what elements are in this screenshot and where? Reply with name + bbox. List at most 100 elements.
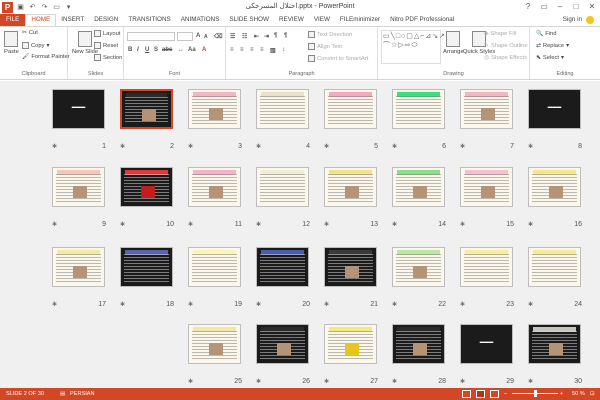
decrease-indent-icon[interactable]: ⇤ bbox=[254, 33, 259, 40]
transition-star-icon[interactable]: ✱ bbox=[392, 378, 397, 385]
slide-thumbnail-5[interactable] bbox=[324, 89, 377, 129]
slide-thumbnail-2[interactable] bbox=[120, 89, 173, 129]
tab-transitions[interactable]: TRANSITIONS bbox=[123, 14, 175, 26]
spellcheck-icon[interactable]: ▤ bbox=[60, 391, 65, 397]
transition-star-icon[interactable]: ✱ bbox=[120, 143, 125, 150]
tab-file[interactable]: FILE bbox=[0, 14, 26, 26]
convert-smartart-button[interactable]: Convert to SmartArt bbox=[308, 55, 368, 62]
slide-thumbnail-21[interactable] bbox=[324, 247, 377, 287]
shadow-button[interactable]: S bbox=[154, 47, 158, 53]
slide-thumbnail-12[interactable] bbox=[256, 167, 309, 207]
slide-thumbnail-3[interactable] bbox=[188, 89, 241, 129]
copy-button[interactable]: Copy ▾ bbox=[22, 42, 49, 49]
strikethrough-button[interactable]: abc bbox=[162, 47, 172, 53]
text-direction-button[interactable]: Text Direction bbox=[308, 31, 352, 38]
align-center-icon[interactable]: ≡ bbox=[240, 47, 244, 53]
tab-insert[interactable]: INSERT bbox=[56, 14, 89, 26]
slide-thumbnail-4[interactable] bbox=[256, 89, 309, 129]
slide-thumbnail-8[interactable]: ▬▬▬ bbox=[528, 89, 581, 129]
justify-icon[interactable]: ≡ bbox=[260, 47, 264, 53]
grow-font-button[interactable]: A bbox=[196, 33, 200, 39]
slide-thumbnail-25[interactable] bbox=[188, 324, 241, 364]
transition-star-icon[interactable]: ✱ bbox=[392, 301, 397, 308]
cut-button[interactable]: ✂ Cut bbox=[22, 30, 38, 36]
slide-thumbnail-11[interactable] bbox=[188, 167, 241, 207]
slide-thumbnail-9[interactable] bbox=[52, 167, 105, 207]
font-color-icon[interactable]: A bbox=[202, 47, 206, 53]
tab-nitro-pdf[interactable]: Nitro PDF Professional bbox=[385, 14, 459, 26]
language-indicator[interactable]: PERSIAN bbox=[70, 391, 95, 397]
transition-star-icon[interactable]: ✱ bbox=[324, 143, 329, 150]
transition-star-icon[interactable]: ✱ bbox=[528, 301, 533, 308]
transition-star-icon[interactable]: ✱ bbox=[460, 301, 465, 308]
slide-thumbnail-29[interactable]: ▬▬▬ bbox=[460, 324, 513, 364]
minimize-icon[interactable]: – bbox=[554, 1, 566, 12]
ribbon-display-icon[interactable]: ▭ bbox=[538, 1, 550, 12]
slide-thumbnail-7[interactable] bbox=[460, 89, 513, 129]
tab-home[interactable]: HOME bbox=[25, 14, 57, 26]
underline-button[interactable]: U bbox=[145, 47, 149, 53]
shape-outline-button[interactable]: ✎ Shape Outline bbox=[484, 43, 528, 49]
fit-window-icon[interactable]: ⊡ bbox=[590, 391, 595, 397]
slide-thumbnail-15[interactable] bbox=[460, 167, 513, 207]
transition-star-icon[interactable]: ✱ bbox=[392, 221, 397, 228]
char-spacing-icon[interactable]: ↔ bbox=[178, 47, 184, 53]
increase-indent-icon[interactable]: ⇥ bbox=[264, 33, 269, 40]
clear-format-icon[interactable]: ⌫ bbox=[214, 33, 222, 40]
tab-animations[interactable]: ANIMATIONS bbox=[176, 14, 225, 26]
find-button[interactable]: 🔍 Find bbox=[536, 31, 557, 37]
transition-star-icon[interactable]: ✱ bbox=[324, 221, 329, 228]
slide-thumbnail-26[interactable] bbox=[256, 324, 309, 364]
select-button[interactable]: ⬉ Select ▾ bbox=[536, 55, 564, 61]
slide-thumbnail-27[interactable] bbox=[324, 324, 377, 364]
transition-star-icon[interactable]: ✱ bbox=[52, 301, 57, 308]
shapes-gallery[interactable]: ▭╲□○▢△⌐⊿↘↗{}⌒☆▷⇨⬭ bbox=[381, 30, 452, 64]
transition-star-icon[interactable]: ✱ bbox=[256, 378, 261, 385]
shape-effects-button[interactable]: ◎ Shape Effects bbox=[484, 55, 527, 61]
paste-button[interactable]: Paste bbox=[4, 31, 19, 55]
transition-star-icon[interactable]: ✱ bbox=[528, 378, 533, 385]
zoom-slider-thumb[interactable] bbox=[534, 390, 537, 397]
tab-view[interactable]: VIEW bbox=[309, 14, 335, 26]
transition-star-icon[interactable]: ✱ bbox=[528, 143, 533, 150]
transition-star-icon[interactable]: ✱ bbox=[188, 221, 193, 228]
slide-thumbnail-30[interactable] bbox=[528, 324, 581, 364]
zoom-out-icon[interactable]: – bbox=[504, 391, 507, 397]
slide-thumbnail-16[interactable] bbox=[528, 167, 581, 207]
transition-star-icon[interactable]: ✱ bbox=[120, 301, 125, 308]
transition-star-icon[interactable]: ✱ bbox=[324, 301, 329, 308]
font-size-select[interactable] bbox=[177, 32, 193, 41]
replace-button[interactable]: ⇄ Replace ▾ bbox=[536, 43, 569, 49]
signin-link[interactable]: Sign in bbox=[563, 14, 582, 26]
align-right-icon[interactable]: ≡ bbox=[250, 47, 254, 53]
tab-review[interactable]: REVIEW bbox=[274, 14, 309, 26]
transition-star-icon[interactable]: ✱ bbox=[256, 221, 261, 228]
change-case-button[interactable]: Aa bbox=[188, 47, 196, 53]
italic-button[interactable]: I bbox=[137, 47, 139, 53]
shape-fill-button[interactable]: ◈ Shape Fill bbox=[484, 31, 516, 37]
transition-star-icon[interactable]: ✱ bbox=[256, 143, 261, 150]
transition-star-icon[interactable]: ✱ bbox=[460, 221, 465, 228]
close-icon[interactable]: ✕ bbox=[586, 1, 598, 12]
smiley-feedback-icon[interactable] bbox=[586, 16, 594, 24]
transition-star-icon[interactable]: ✱ bbox=[392, 143, 397, 150]
slide-thumbnail-28[interactable] bbox=[392, 324, 445, 364]
zoom-level[interactable]: 50 % bbox=[572, 391, 585, 397]
slide-thumbnail-10[interactable] bbox=[120, 167, 173, 207]
transition-star-icon[interactable]: ✱ bbox=[460, 143, 465, 150]
align-left-icon[interactable]: ≡ bbox=[230, 47, 234, 53]
format-painter-button[interactable]: 🖌 Format Painter bbox=[22, 54, 70, 60]
transition-star-icon[interactable]: ✱ bbox=[120, 221, 125, 228]
slide-thumbnail-18[interactable] bbox=[120, 247, 173, 287]
rtl-icon[interactable]: ¶ bbox=[284, 33, 287, 39]
slide-thumbnail-14[interactable] bbox=[392, 167, 445, 207]
normal-view-icon[interactable] bbox=[462, 390, 471, 398]
slide-sorter-view-icon[interactable] bbox=[476, 390, 485, 398]
reading-view-icon[interactable] bbox=[490, 390, 499, 398]
slide-thumbnail-6[interactable] bbox=[392, 89, 445, 129]
transition-star-icon[interactable]: ✱ bbox=[188, 378, 193, 385]
numbering-icon[interactable]: ☷ bbox=[242, 33, 247, 40]
columns-icon[interactable]: ▥ bbox=[270, 47, 276, 54]
help-icon[interactable]: ? bbox=[522, 1, 534, 12]
tab-fileminimizer[interactable]: FILEminimizer bbox=[335, 14, 385, 26]
